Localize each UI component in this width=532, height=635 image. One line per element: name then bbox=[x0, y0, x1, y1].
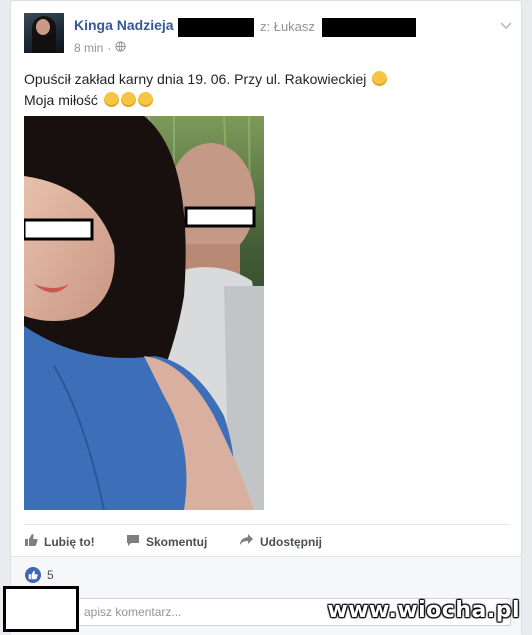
post-text: Opuścił zakład karny dnia 19. 06. Przy u… bbox=[24, 69, 504, 111]
author-name[interactable]: Kinga Nadzieja bbox=[74, 17, 174, 33]
censor-bar-author bbox=[178, 18, 254, 37]
share-button[interactable]: Udostępnij bbox=[239, 533, 322, 550]
comment-icon bbox=[126, 533, 140, 550]
censor-box-commenter-avatar bbox=[3, 586, 79, 632]
kiss-emoji bbox=[137, 92, 153, 107]
chevron-down-icon[interactable] bbox=[499, 19, 513, 31]
watermark: www.wiocha.pl bbox=[327, 598, 520, 623]
author-avatar[interactable] bbox=[24, 13, 64, 53]
post-footer: 5 bbox=[11, 556, 521, 635]
comment-label: Skomentuj bbox=[146, 534, 208, 549]
comment-button[interactable]: Skomentuj bbox=[126, 533, 207, 550]
post-text-line-2: Moja miłość bbox=[24, 92, 98, 108]
post-timestamp[interactable]: 8 min bbox=[74, 41, 103, 55]
kiss-emoji bbox=[120, 92, 136, 107]
globe-icon bbox=[115, 41, 126, 55]
like-label: Lubię to! bbox=[44, 534, 95, 549]
heart-eyes-emoji bbox=[103, 92, 119, 107]
post-meta: 8 min · bbox=[74, 41, 126, 55]
like-badge-icon bbox=[25, 567, 41, 583]
tagged-with[interactable]: z: Łukasz bbox=[260, 19, 315, 34]
share-label: Udostępnij bbox=[260, 534, 322, 549]
post-text-line-1: Opuścił zakład karny dnia 19. 06. Przy u… bbox=[24, 71, 367, 87]
action-bar: Lubię to! Skomentuj Udostępnij bbox=[24, 524, 510, 555]
like-summary[interactable]: 5 bbox=[25, 567, 54, 583]
censor-bar-tagged bbox=[322, 18, 416, 37]
like-count: 5 bbox=[47, 568, 54, 582]
share-icon bbox=[239, 533, 254, 550]
grinning-squint-emoji bbox=[372, 71, 388, 86]
post-photo[interactable] bbox=[24, 116, 264, 510]
post-card: Kinga Nadzieja z: Łukasz 8 min · Opuścił… bbox=[10, 0, 522, 635]
like-button[interactable]: Lubię to! bbox=[24, 533, 95, 550]
thumbs-up-icon bbox=[24, 533, 38, 550]
